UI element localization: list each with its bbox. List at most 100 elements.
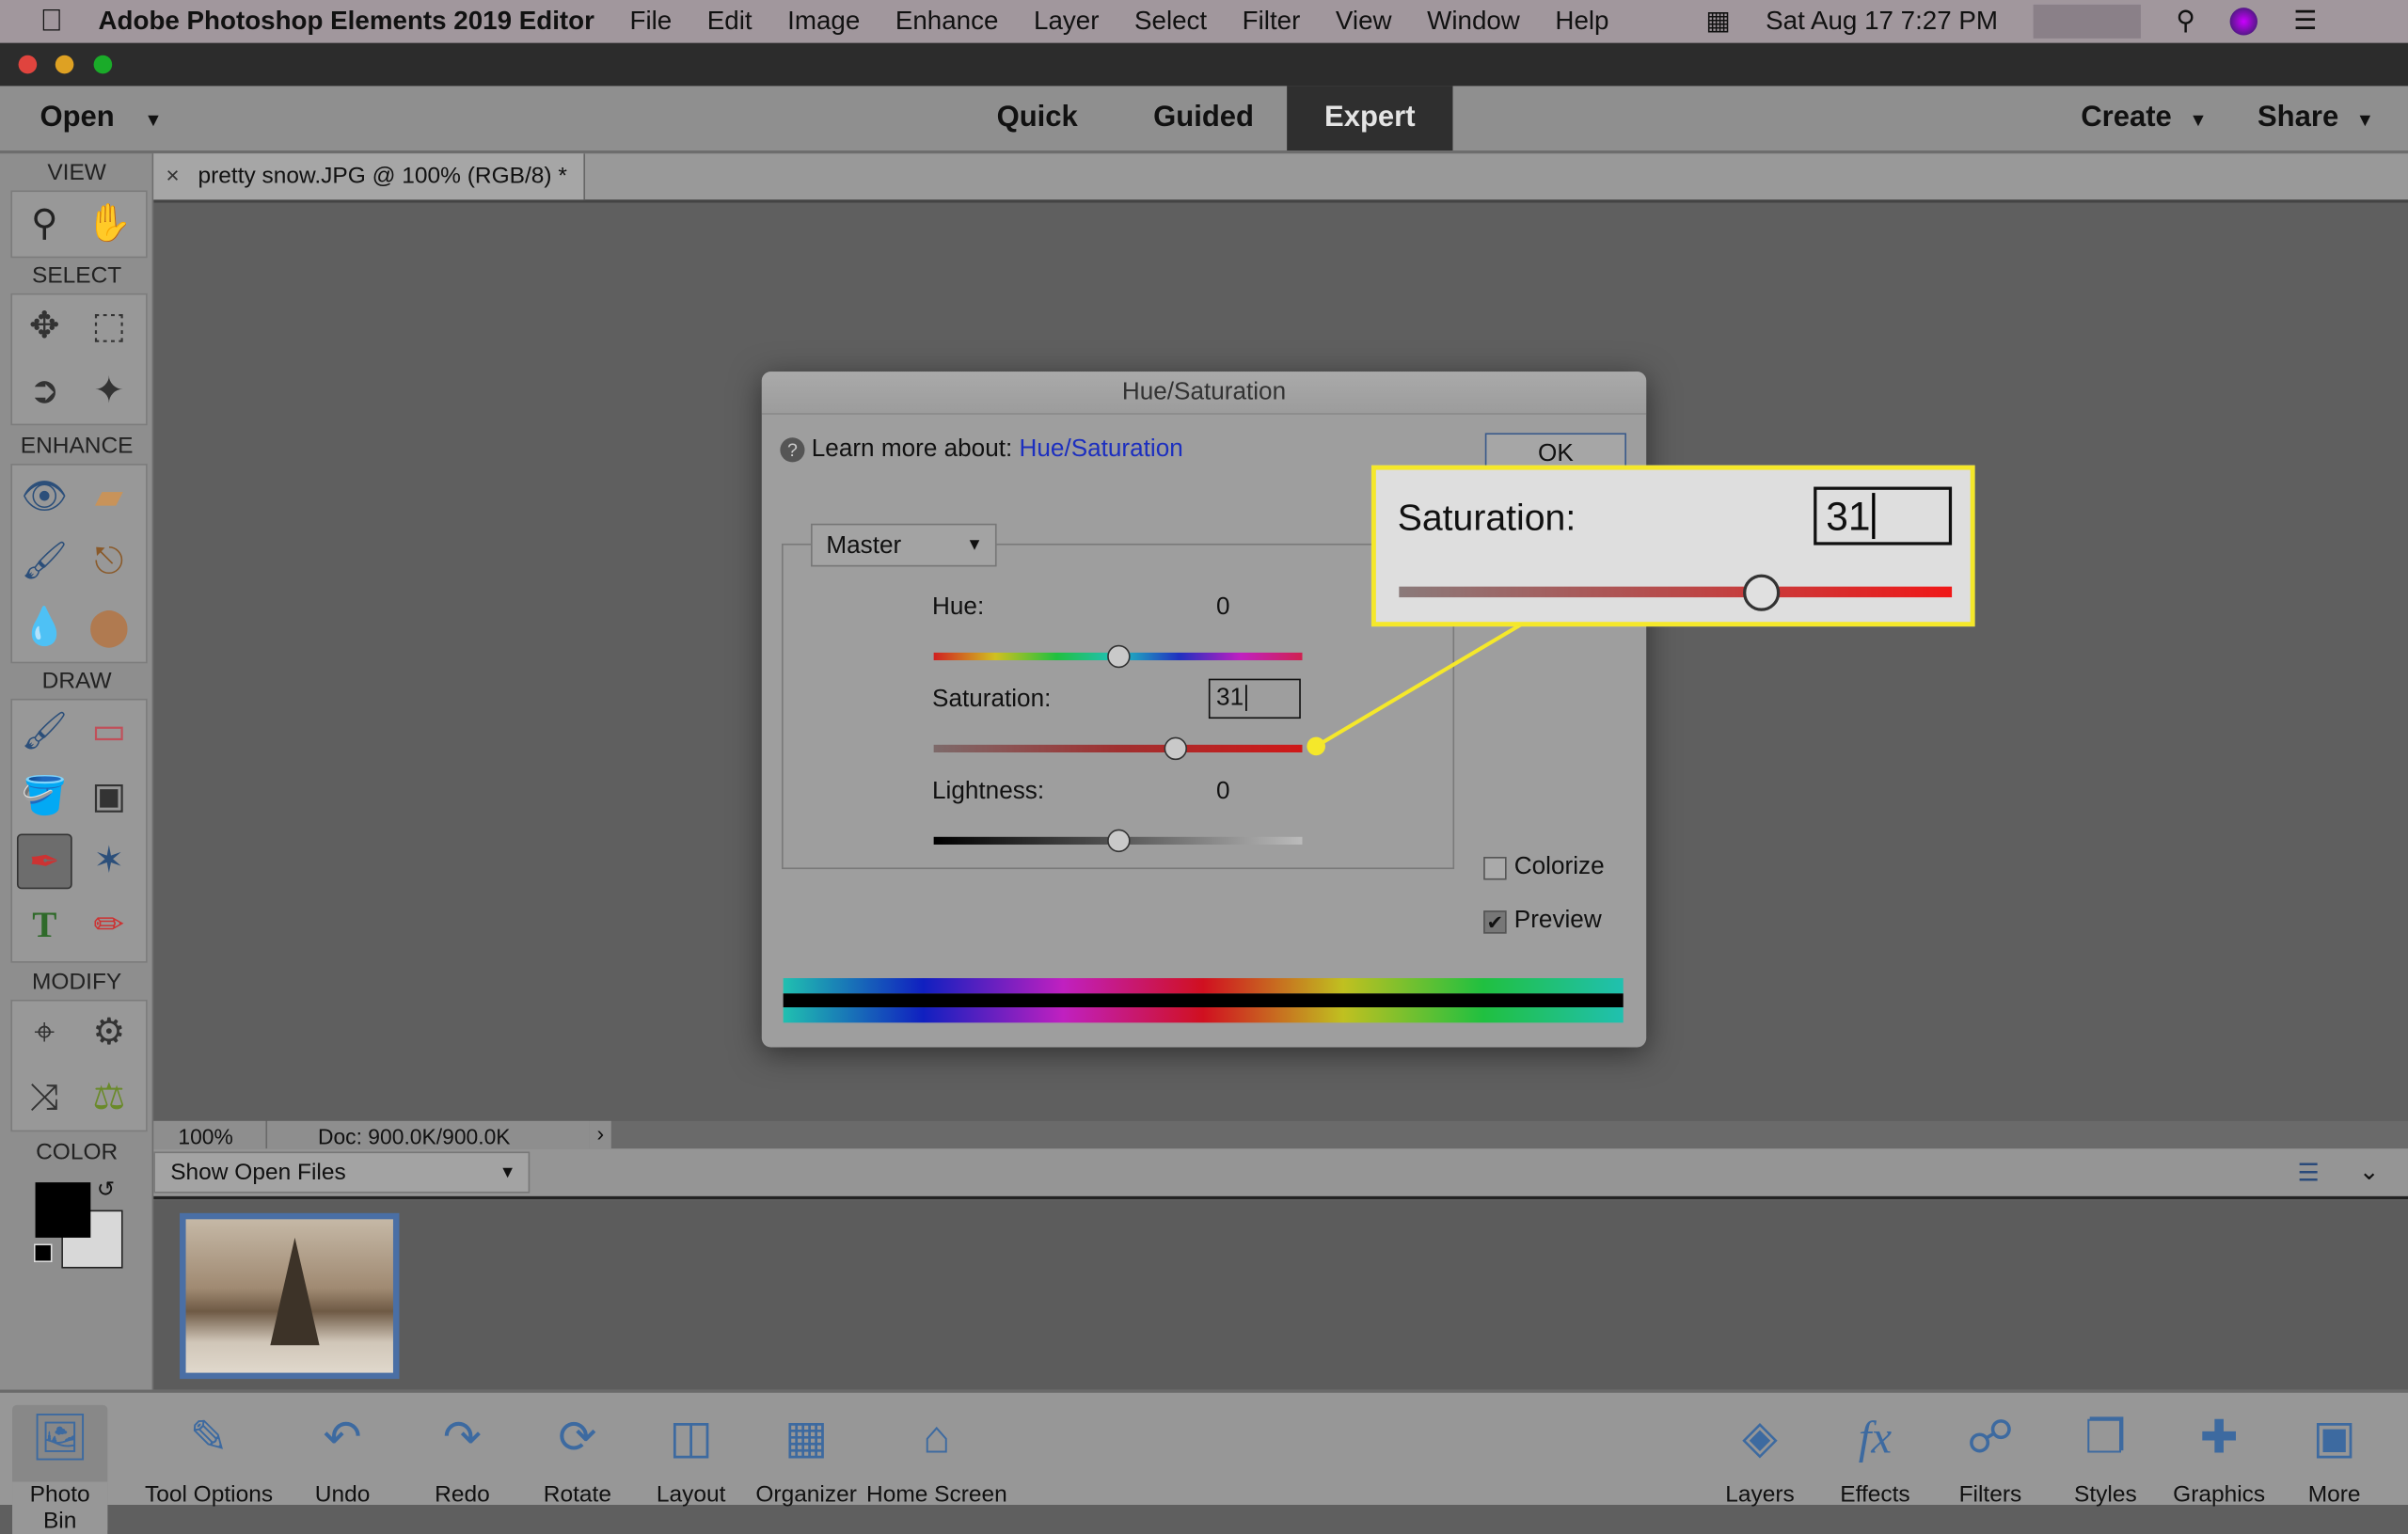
show-open-files-dropdown[interactable]: Show Open Files ▼ — [153, 1151, 531, 1194]
eyedropper-tool-icon[interactable]: ✒ — [16, 833, 72, 890]
menu-image[interactable]: Image — [787, 7, 860, 38]
styles-button[interactable]: ❐ Styles — [2063, 1405, 2148, 1508]
close-tab-icon[interactable]: × — [166, 163, 179, 189]
straighten-tool-icon[interactable]: ⚖ — [82, 1070, 137, 1126]
siri-icon[interactable] — [2230, 8, 2258, 36]
more-icon: ▣ — [2312, 1413, 2356, 1463]
filters-button[interactable]: ☍ Filters — [1947, 1405, 2033, 1508]
undo-label: Undo — [314, 1481, 371, 1509]
move-tool-icon[interactable]: ✥ — [17, 299, 72, 355]
menu-help[interactable]: Help — [1555, 7, 1608, 38]
content-aware-move-tool-icon[interactable]: ⤨ — [17, 1070, 72, 1126]
status-menu-arrow[interactable]: › — [589, 1120, 611, 1149]
brush-tool-icon[interactable]: 🖌 — [17, 704, 72, 760]
document-tab[interactable]: × pretty snow.JPG @ 100% (RGB/8) * — [153, 153, 586, 200]
swap-colors-icon[interactable]: ↺ — [97, 1177, 115, 1203]
menu-layer[interactable]: Layer — [1034, 7, 1099, 38]
collapse-bin-icon[interactable]: ⌄ — [2359, 1156, 2380, 1187]
custom-shape-tool-icon[interactable]: ✶ — [82, 834, 137, 890]
organizer-button[interactable]: ▦ Organizer — [752, 1405, 860, 1508]
help-icon[interactable]: ? — [780, 437, 805, 463]
recompose-tool-icon[interactable]: ⚙ — [82, 1005, 137, 1061]
zoom-tool-icon[interactable]: ⚲ — [17, 197, 72, 252]
bin-options-icon[interactable]: ☰ — [2297, 1158, 2319, 1189]
saturation-slider-thumb[interactable] — [1164, 736, 1187, 761]
open-label: Open — [40, 101, 115, 134]
zoom-window-button[interactable] — [93, 55, 113, 74]
menu-filter[interactable]: Filter — [1243, 7, 1301, 38]
filters-icon: ☍ — [1967, 1413, 2014, 1463]
open-button[interactable]: Open ▼ — [40, 86, 162, 150]
hue-slider-thumb[interactable] — [1106, 644, 1130, 669]
graphics-button[interactable]: ✚ Graphics — [2168, 1405, 2270, 1508]
minimize-window-button[interactable] — [55, 55, 74, 74]
apple-icon[interactable]:  — [40, 4, 62, 40]
saturation-input[interactable]: 31 — [1208, 678, 1301, 720]
close-window-button[interactable] — [18, 55, 38, 74]
rotate-label: Rotate — [543, 1481, 611, 1509]
smart-brush-tool-icon[interactable]: 🖌 — [17, 534, 72, 590]
preview-checkbox[interactable]: ✔ Preview — [1483, 908, 1602, 935]
rotate-icon: ⟳ — [558, 1413, 597, 1463]
magic-wand-tool-icon[interactable]: ✦ — [82, 364, 137, 419]
rotate-button[interactable]: ⟳ Rotate — [537, 1405, 617, 1508]
clock[interactable]: Sat Aug 17 7:27 PM — [1766, 7, 1998, 38]
macos-menubar:  Adobe Photoshop Elements 2019 Editor F… — [0, 0, 2408, 43]
pencil-tool-icon[interactable]: ✏ — [82, 898, 137, 954]
healing-brush-tool-icon[interactable]: ▰ — [82, 470, 137, 526]
blur-tool-icon[interactable]: 💧 — [17, 600, 72, 656]
dialog-title: Hue/Saturation — [761, 372, 1647, 415]
undo-button[interactable]: ↶ Undo — [304, 1405, 381, 1508]
input-color-bar — [783, 977, 1624, 994]
hand-tool-icon[interactable]: ✋ — [82, 197, 137, 252]
lasso-tool-icon[interactable]: ➲ — [17, 364, 72, 419]
photo-bin — [153, 1200, 2408, 1390]
tool-options-button[interactable]: ✎ Tool Options — [138, 1405, 279, 1508]
channel-dropdown[interactable]: Master ▼ — [811, 523, 997, 567]
crop-tool-icon[interactable]: ⌖ — [17, 1005, 72, 1061]
share-button[interactable]: Share ▼ — [2258, 86, 2374, 150]
saturation-slider-track[interactable] — [933, 744, 1303, 752]
marquee-tool-icon[interactable]: ⬚ — [82, 299, 137, 355]
tab-expert[interactable]: Expert — [1287, 86, 1453, 150]
default-colors-icon[interactable] — [33, 1243, 53, 1263]
gradient-tool-icon[interactable]: ▣ — [82, 769, 137, 825]
doc-size: Doc: 900.0K/900.0K — [267, 1120, 590, 1149]
menu-select[interactable]: Select — [1134, 7, 1207, 38]
search-icon[interactable]: ⚲ — [2176, 7, 2194, 38]
photo-bin-button[interactable]: 🖼 Photo Bin — [12, 1404, 108, 1534]
zoom-level[interactable]: 100% — [153, 1120, 266, 1149]
sponge-tool-icon[interactable]: ⬤ — [82, 600, 137, 656]
menu-window[interactable]: Window — [1427, 7, 1520, 38]
calendar-icon[interactable]: ▦ — [1705, 7, 1730, 38]
red-eye-tool-icon[interactable]: 👁 — [17, 470, 72, 526]
photo-thumbnail[interactable] — [180, 1212, 400, 1380]
create-button[interactable]: Create ▼ — [2081, 86, 2207, 150]
app-name[interactable]: Adobe Photoshop Elements 2019 Editor — [98, 7, 594, 38]
view-tools: ⚲ ✋ — [10, 190, 148, 259]
learn-more-link[interactable]: Hue/Saturation — [1020, 436, 1183, 463]
home-screen-button[interactable]: ⌂ Home Screen — [863, 1405, 1011, 1508]
lightness-slider-thumb[interactable] — [1106, 829, 1130, 853]
redo-button[interactable]: ↷ Redo — [424, 1405, 501, 1508]
menu-view[interactable]: View — [1336, 7, 1392, 38]
menu-edit[interactable]: Edit — [707, 7, 752, 38]
foreground-color-swatch[interactable] — [35, 1182, 91, 1238]
tab-guided[interactable]: Guided — [1153, 86, 1254, 150]
layout-button[interactable]: ◫ Layout — [651, 1405, 731, 1508]
tab-quick[interactable]: Quick — [997, 86, 1078, 150]
notification-center-icon[interactable]: ☰ — [2293, 7, 2317, 38]
eraser-tool-icon[interactable]: ▭ — [82, 704, 137, 760]
lightness-value[interactable]: 0 — [1216, 779, 1230, 806]
clone-stamp-tool-icon[interactable]: ⎋ — [82, 534, 137, 590]
section-modify: MODIFY — [32, 969, 122, 995]
layers-button[interactable]: ◈ Layers — [1717, 1405, 1802, 1508]
type-tool-icon[interactable]: T — [17, 898, 72, 954]
paint-bucket-tool-icon[interactable]: 🪣 — [17, 769, 72, 825]
more-button[interactable]: ▣ More — [2296, 1405, 2373, 1508]
menu-file[interactable]: File — [629, 7, 672, 38]
hue-value[interactable]: 0 — [1216, 594, 1230, 622]
effects-button[interactable]: fx Effects — [1832, 1405, 1918, 1508]
colorize-checkbox[interactable]: Colorize — [1483, 854, 1605, 881]
menu-enhance[interactable]: Enhance — [895, 7, 999, 38]
